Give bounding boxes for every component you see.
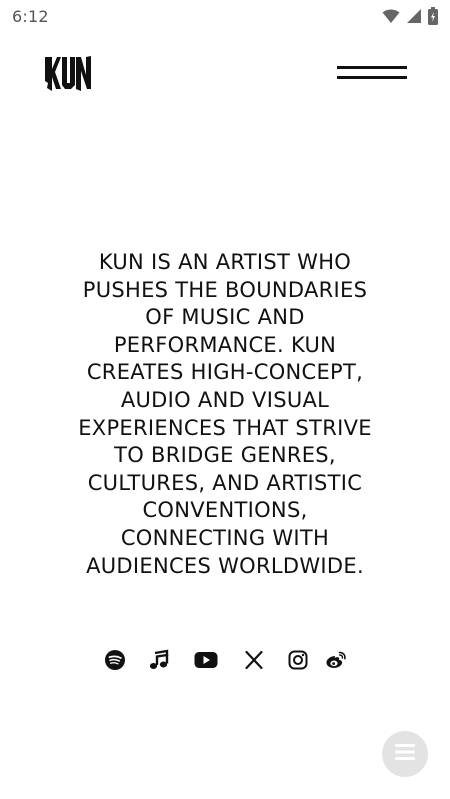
bio-line: AUDIENCES WORLDWIDE.: [86, 553, 364, 578]
bio-line: OF MUSIC AND: [145, 305, 305, 330]
bio-line: TO BRIDGE GENRES,: [114, 443, 336, 468]
floating-menu-button[interactable]: [382, 731, 428, 777]
status-time: 6:12: [12, 6, 49, 26]
bio-line: PUSHES THE BOUNDARIES: [82, 277, 368, 302]
menu-lines-icon: [394, 742, 416, 767]
bio-line: EXPERIENCES THAT STRIVE: [78, 415, 372, 440]
weibo-icon[interactable]: [321, 645, 351, 675]
kun-logo[interactable]: [44, 55, 92, 93]
screen: 6:12 KUN IS AN ARTIST WHO PUSHES THE BOU…: [0, 0, 450, 799]
battery-icon: [428, 7, 438, 25]
status-bar: 6:12: [0, 0, 450, 32]
bio-line: KUN IS AN ARTIST WHO: [98, 250, 352, 274]
bio-line: CONVENTIONS,: [142, 498, 308, 523]
music-note-icon[interactable]: [143, 645, 173, 675]
menu-line-top: [337, 66, 407, 69]
social-links: [100, 645, 352, 675]
bio-line: AUDIO AND VISUAL: [120, 387, 330, 412]
menu-line-bottom: [337, 76, 407, 79]
wifi-icon: [382, 8, 400, 24]
cellular-signal-icon: [406, 8, 422, 24]
artist-bio: KUN IS AN ARTIST WHO PUSHES THE BOUNDARI…: [28, 249, 422, 580]
instagram-icon[interactable]: [283, 645, 313, 675]
status-icons: [382, 7, 438, 25]
youtube-icon[interactable]: [191, 645, 221, 675]
spotify-icon[interactable]: [100, 645, 130, 675]
hamburger-menu-button[interactable]: [335, 62, 409, 84]
bio-line: PERFORMANCE. KUN: [113, 332, 337, 357]
bio-line: CREATES HIGH-CONCEPT,: [86, 360, 364, 385]
x-icon[interactable]: [239, 645, 269, 675]
bio-line: CULTURES, AND ARTISTIC: [87, 470, 363, 495]
bio-line: CONNECTING WITH: [120, 525, 330, 550]
